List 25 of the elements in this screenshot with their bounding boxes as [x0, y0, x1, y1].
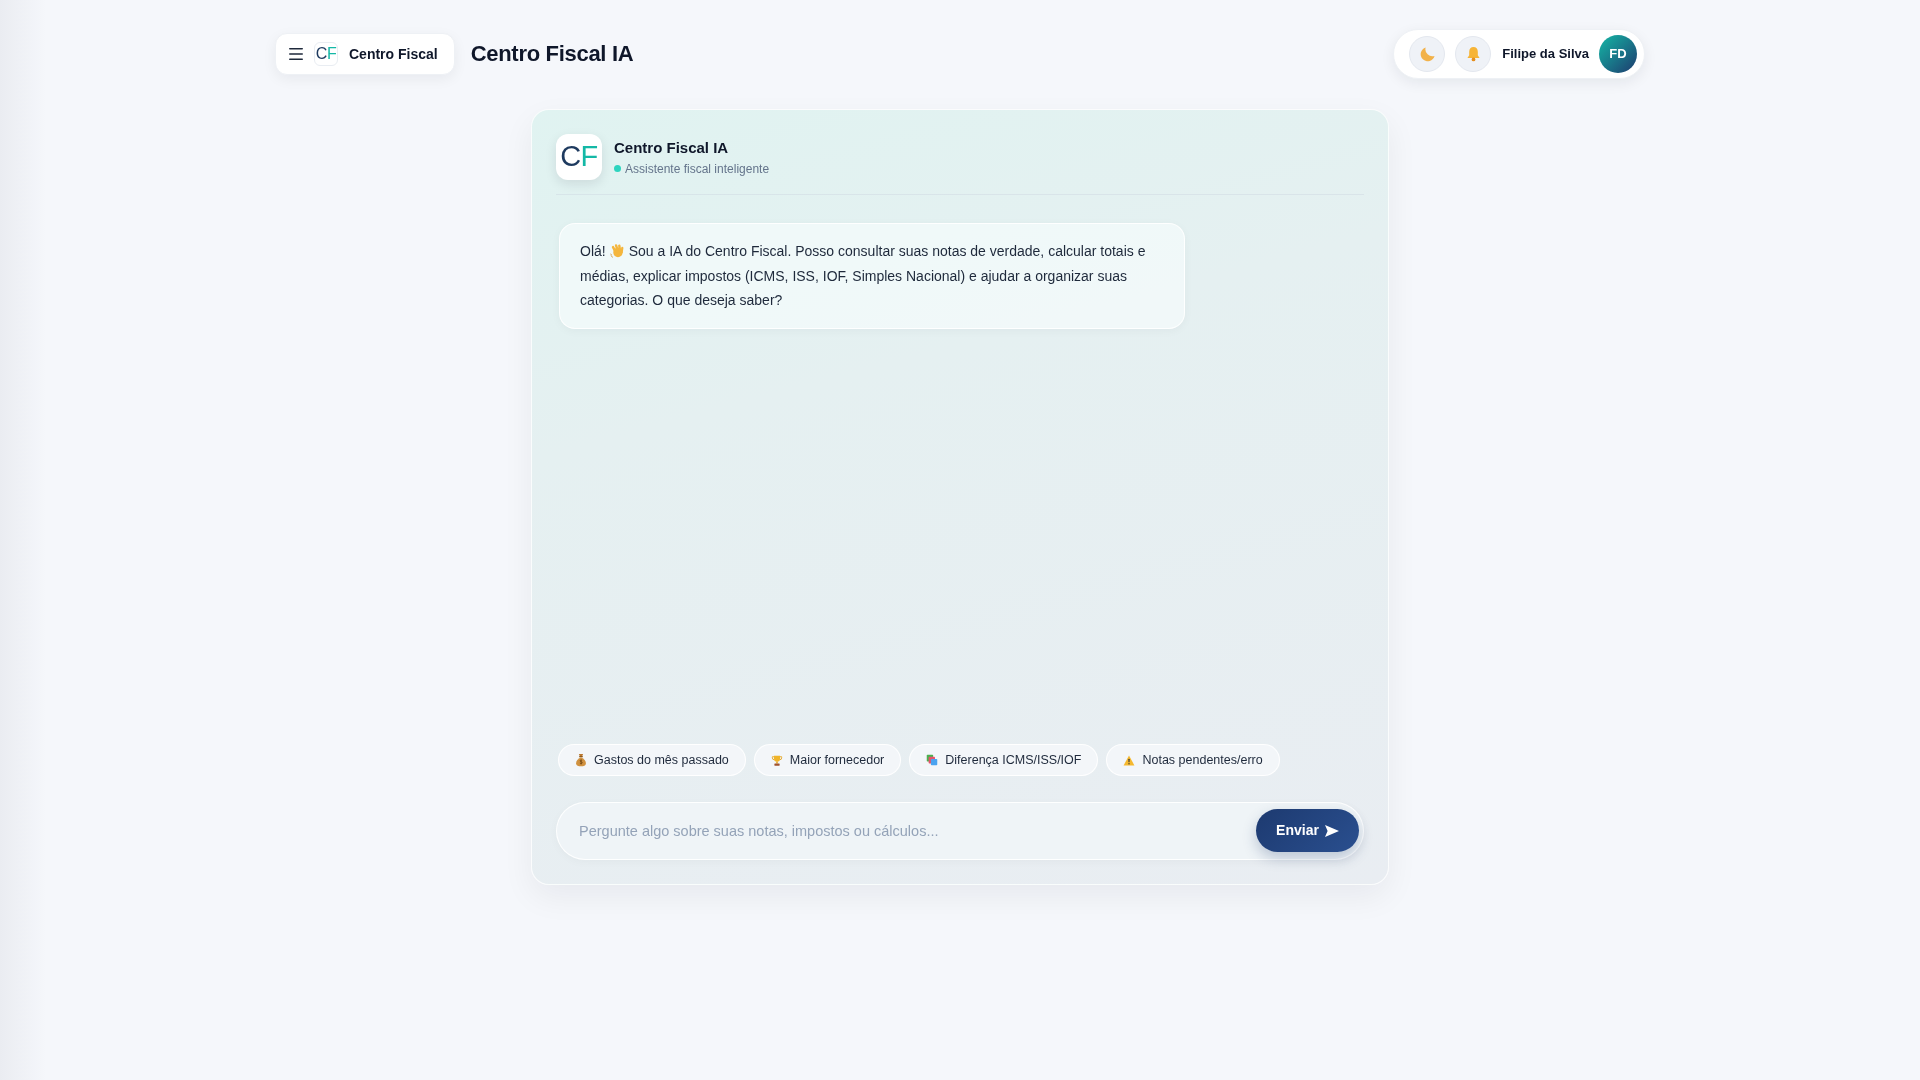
user-name: Filipe da Silva [1502, 45, 1589, 64]
suggestion-chip[interactable]: Notas pendentes/erro [1106, 744, 1280, 776]
warning-icon [1123, 754, 1136, 766]
send-icon [1324, 824, 1339, 837]
page-title: Centro Fiscal IA [470, 40, 634, 68]
suggestion-chip[interactable]: Gastos do mês passado [558, 744, 746, 776]
message-text: Olá! Sou a IA do Centro Fiscal. Posso consultar suas notas de verdade, calcular totais e médias, explicar impostos (ICMS, ISS, IOF, Simples Nacional) e ajudar a organizar suas categorias. O que deseja saber? [580, 242, 1147, 310]
logo: CF [556, 134, 602, 180]
menu-icon[interactable] [289, 48, 303, 60]
suggestion-chip[interactable]: Diferença ICMS/ISS/IOF [909, 744, 1099, 776]
books-icon [926, 754, 939, 766]
suggestion-chip[interactable]: Maior fornecedor [753, 744, 902, 776]
send-button[interactable]: Enviar [1256, 809, 1359, 852]
notifications-button[interactable] [1455, 36, 1492, 72]
brand-name: Centro Fiscal [349, 44, 438, 64]
bell-icon [1465, 46, 1481, 62]
chat-subtitle: Assistente fiscal inteligente [625, 160, 770, 177]
money-bag-icon [575, 753, 587, 767]
moon-icon [1419, 46, 1435, 62]
avatar[interactable]: FD [1599, 35, 1637, 73]
theme-toggle-button[interactable] [1409, 36, 1446, 72]
trophy-icon [770, 753, 783, 767]
waving-hand-icon [609, 243, 625, 258]
chat-title: Centro Fiscal IA [614, 137, 730, 157]
logo: CF [314, 42, 338, 66]
